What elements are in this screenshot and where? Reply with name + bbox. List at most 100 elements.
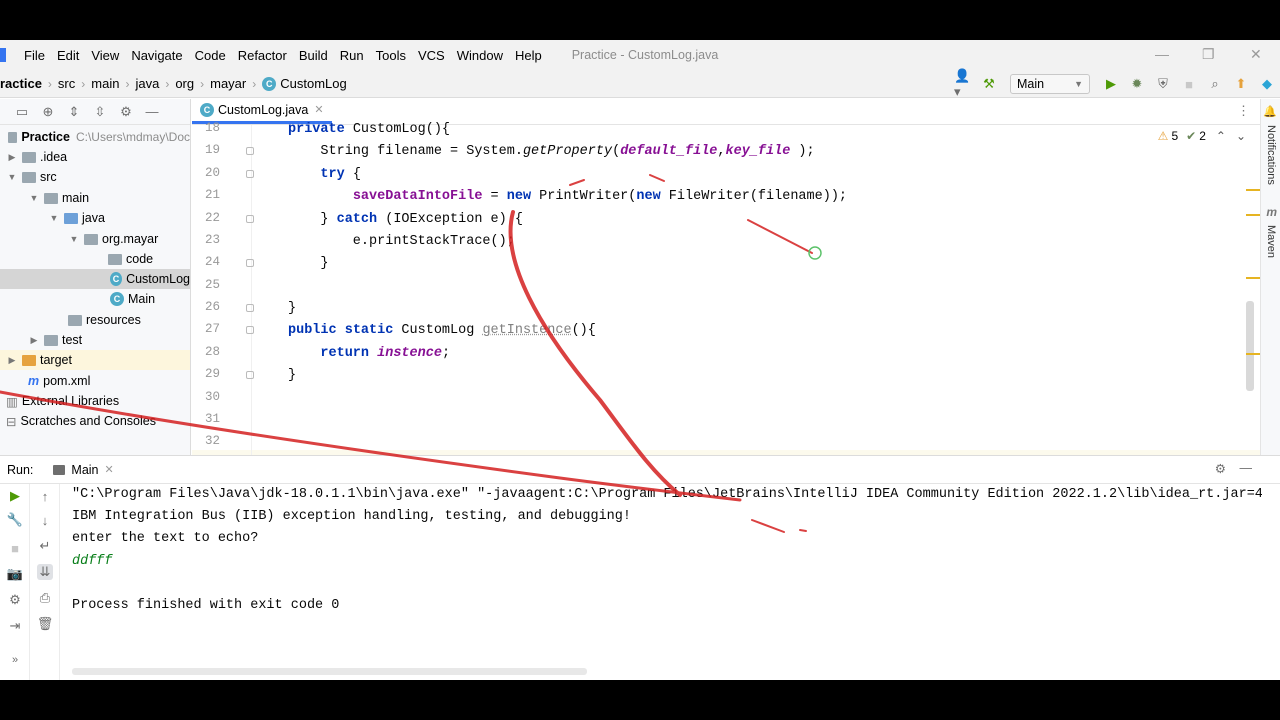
console-output[interactable]: "C:\Program Files\Java\jdk-18.0.1.1\bin\…: [72, 484, 1262, 664]
menu-view[interactable]: View: [91, 48, 119, 63]
chevron-up-icon[interactable]: ⌃: [1216, 129, 1226, 143]
line-number: 29: [204, 367, 220, 381]
chevron-right-icon[interactable]: ▶: [6, 152, 18, 163]
tree-item-java[interactable]: ▼ java: [0, 208, 190, 228]
notifications-tab[interactable]: Notifications: [1265, 125, 1277, 185]
bell-icon[interactable]: 🔔: [1263, 105, 1277, 118]
editor-scrollbar[interactable]: [1246, 125, 1254, 494]
scroll-to-end-icon[interactable]: ⇊: [37, 564, 53, 580]
chevron-down-icon[interactable]: ▼: [28, 193, 40, 203]
crumb-org[interactable]: org: [175, 76, 194, 91]
crumb-src[interactable]: src: [58, 76, 75, 91]
minimize-icon[interactable]: —: [1155, 46, 1169, 62]
tree-label: target: [40, 353, 72, 367]
collapse-all-icon[interactable]: ⇳: [92, 104, 108, 120]
ide-logo-icon[interactable]: ◆: [1258, 75, 1276, 93]
arrow-down-icon[interactable]: ↓: [37, 512, 53, 528]
print-icon[interactable]: ⎙: [37, 590, 53, 606]
menu-code[interactable]: Code: [195, 48, 226, 63]
menu-tools[interactable]: Tools: [376, 48, 406, 63]
menu-vcs[interactable]: VCS: [418, 48, 445, 63]
tree-root[interactable]: Practice C:\Users\mdmay\Doc: [0, 127, 190, 147]
menu-navigate[interactable]: Navigate: [131, 48, 182, 63]
crumb-project[interactable]: ractice: [0, 76, 42, 91]
tree-item-resources[interactable]: resources: [0, 310, 190, 330]
crumb-customlog[interactable]: CustomLog: [280, 76, 346, 91]
warning-icon: ⚠: [1157, 129, 1169, 143]
menu-file[interactable]: File: [24, 48, 45, 63]
run-icon[interactable]: ▶: [1102, 75, 1120, 93]
arrow-up-icon[interactable]: ↑: [37, 488, 53, 504]
close-icon[interactable]: ✕: [105, 463, 114, 476]
hide-icon[interactable]: —: [1240, 461, 1253, 475]
maven-tab[interactable]: Maven: [1265, 225, 1277, 258]
soft-wrap-icon[interactable]: ↵: [37, 538, 53, 554]
close-icon[interactable]: ✕: [1250, 46, 1262, 63]
hide-icon[interactable]: —: [144, 104, 160, 120]
tree-item-src[interactable]: ▼ src: [0, 167, 190, 187]
tree-item-target[interactable]: ▶ target: [0, 350, 190, 370]
console-horizontal-scrollbar[interactable]: [72, 668, 587, 675]
warning-marker[interactable]: [1246, 353, 1260, 355]
tree-item-scratches[interactable]: ⊟ Scratches and Consoles: [0, 411, 190, 431]
debug-icon[interactable]: ✹: [1128, 75, 1146, 93]
tree-item-external-libraries[interactable]: ▥ External Libraries: [0, 391, 190, 411]
code-editor: C CustomLog.java ✕ ⋮ 18 19 20 21 22 23 2…: [192, 99, 1280, 494]
exit-icon[interactable]: ⇥: [7, 618, 23, 634]
chevron-right-icon[interactable]: ▶: [28, 335, 40, 346]
scrollbar-thumb[interactable]: [1246, 301, 1254, 391]
chevron-down-icon[interactable]: ⌄: [1236, 129, 1246, 143]
tree-item-main-class[interactable]: C Main: [0, 289, 190, 309]
coverage-icon[interactable]: ⛨: [1154, 75, 1172, 93]
build-hammer-icon[interactable]: ⚒: [980, 75, 998, 93]
chevron-down-icon[interactable]: ▼: [68, 234, 80, 244]
more-icon[interactable]: ⋮: [1237, 103, 1250, 119]
maven-icon[interactable]: m: [1266, 205, 1277, 219]
gear-icon[interactable]: ⚙: [1215, 461, 1226, 476]
stop-icon[interactable]: ■: [1180, 75, 1198, 93]
code-area[interactable]: private CustomLog(){ String filename = S…: [252, 122, 1252, 494]
chevron-right-icon[interactable]: ▶: [6, 355, 18, 366]
tree-item-customlog[interactable]: C CustomLog: [0, 269, 190, 289]
run-configuration-select[interactable]: Main ▼: [1010, 74, 1090, 94]
update-icon[interactable]: ⬆: [1232, 75, 1250, 93]
chevron-down-icon[interactable]: ▼: [6, 172, 18, 182]
crumb-main[interactable]: main: [91, 76, 119, 91]
menu-refactor[interactable]: Refactor: [238, 48, 287, 63]
run-tab-main[interactable]: Main ✕: [53, 463, 114, 477]
rerun-icon[interactable]: ▶: [7, 488, 23, 504]
more-icon[interactable]: »: [7, 652, 23, 668]
wrench-icon[interactable]: 🔧: [7, 512, 23, 528]
warning-marker[interactable]: [1246, 277, 1260, 279]
tree-item-test[interactable]: ▶ test: [0, 330, 190, 350]
tree-item-pom[interactable]: m pom.xml: [0, 371, 190, 391]
menu-edit[interactable]: Edit: [57, 48, 79, 63]
crosshair-icon[interactable]: ⊕: [40, 104, 56, 120]
menu-build[interactable]: Build: [299, 48, 328, 63]
tree-item-main[interactable]: ▼ main: [0, 188, 190, 208]
menu-window[interactable]: Window: [457, 48, 503, 63]
search-icon[interactable]: ⌕: [1206, 75, 1224, 93]
stop-icon[interactable]: ■: [7, 540, 23, 556]
crumb-java[interactable]: java: [135, 76, 159, 91]
trash-icon[interactable]: 🗑: [37, 616, 54, 632]
expand-all-icon[interactable]: ⇕: [66, 104, 82, 120]
restore-icon[interactable]: ❐: [1202, 46, 1215, 63]
warning-marker[interactable]: [1246, 214, 1260, 216]
inspection-widget[interactable]: ⚠ 5 ✔ 2 ⌃ ⌄: [1158, 129, 1246, 143]
tree-item-package[interactable]: ▼ org.mayar: [0, 229, 190, 249]
gear-icon[interactable]: ⚙: [118, 104, 134, 120]
menu-run[interactable]: Run: [340, 48, 364, 63]
camera-icon[interactable]: 📷: [7, 566, 23, 582]
project-view-icon[interactable]: ▭: [14, 104, 30, 120]
crumb-mayar[interactable]: mayar: [210, 76, 246, 91]
user-icon[interactable]: 👤▾: [954, 68, 972, 99]
warning-marker[interactable]: [1246, 189, 1260, 191]
tree-item-idea[interactable]: ▶ .idea: [0, 147, 190, 167]
menu-help[interactable]: Help: [515, 48, 542, 63]
chevron-down-icon[interactable]: ▼: [48, 213, 60, 223]
settings-icon[interactable]: ⚙: [7, 592, 23, 608]
close-icon[interactable]: ✕: [314, 103, 323, 116]
line-number: 31: [204, 412, 220, 426]
tree-item-code[interactable]: code: [0, 249, 190, 269]
